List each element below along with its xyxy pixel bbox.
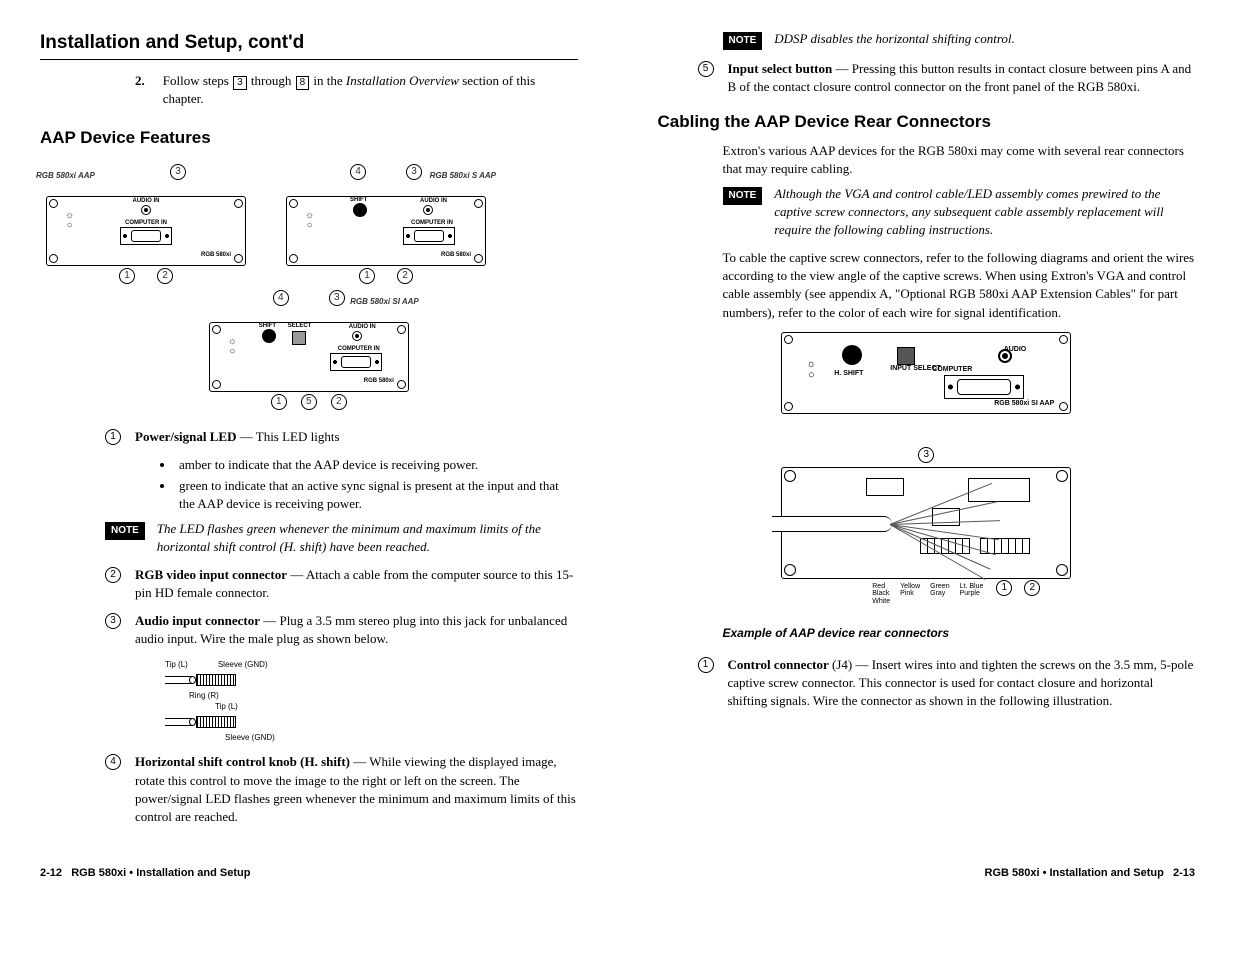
shift-knob-icon [842, 345, 862, 365]
step-text: Follow steps 3 through 8 in the Installa… [163, 72, 578, 108]
vga-port-icon [330, 353, 382, 371]
feature-number: 4 [105, 754, 121, 770]
cabling-para: To cable the captive screw connectors, r… [723, 249, 1196, 322]
audio-plug-diagram: Tip (L)Sleeve (GND) Ring (R) Tip (L) Sle… [165, 659, 578, 744]
rear-back-view: 1 2 Red Black White Yellow Pink Green Gr… [781, 467, 1071, 579]
callout-3: 3 [918, 447, 934, 463]
vga-port-icon [944, 375, 1024, 399]
led-icon: ☼○ [65, 211, 74, 231]
note-badge: NOTE [105, 522, 145, 540]
audio-jack-icon [352, 331, 362, 341]
plug-body-icon [196, 716, 236, 728]
feature-number: 3 [105, 613, 121, 629]
feature-title: Input select button [728, 61, 833, 76]
callout-1: 1 [996, 580, 1012, 596]
callout-3: 3 [170, 164, 186, 180]
device-label: RGB 580xi SI AAP [350, 296, 419, 307]
cable-bundle-icon [772, 516, 892, 532]
connector-block-icon [968, 478, 1030, 502]
step-2: 2. Follow steps 3 through 8 in the Insta… [135, 72, 578, 108]
boxed-step-3: 3 [233, 76, 247, 90]
callout-3: 3 [406, 164, 422, 180]
note-text: DDSP disables the horizontal shifting co… [774, 30, 1195, 48]
feature-number: 1 [105, 429, 121, 445]
rear-connector-diagram: ☼○ H. SHIFT INPUT SELECT AUDIO COMPUTER … [781, 332, 1071, 579]
feature-number: 1 [698, 657, 714, 673]
aap-device-diagrams: RGB 580xi AAP 3 ☼○ AUDIO IN COMPUTER IN … [40, 158, 578, 416]
feature-1: 1 Power/signal LED — This LED lights [105, 428, 578, 446]
callout-3: 3 [329, 290, 345, 306]
feature-1-bullets: amber to indicate that the AAP device is… [175, 456, 578, 514]
callout-1: 1 [359, 268, 375, 284]
callout-1: 1 [271, 394, 287, 410]
feature-title: RGB video input connector [135, 567, 287, 582]
callout-5: 5 [301, 394, 317, 410]
feature-title: Audio input connector [135, 613, 260, 628]
audio-jack-icon [141, 205, 151, 215]
select-button-icon [897, 347, 915, 365]
note-text: Although the VGA and control cable/LED a… [774, 185, 1195, 240]
device-aap: RGB 580xi AAP 3 ☼○ AUDIO IN COMPUTER IN … [46, 164, 246, 284]
page-num-left: 2-12 [40, 867, 62, 879]
select-button-icon [292, 331, 306, 345]
footer-title: RGB 580xi • Installation and Setup [71, 867, 250, 879]
bullet-item: amber to indicate that the AAP device is… [175, 456, 578, 474]
page-title: Installation and Setup, cont'd [40, 30, 578, 60]
led-icon: ☼○ [806, 359, 816, 381]
note-text: The LED flashes green whenever the minim… [157, 520, 578, 556]
page-footer: 2-12 RGB 580xi • Installation and Setup … [40, 866, 1195, 881]
fanout-wires-icon [890, 524, 1010, 574]
feature-title: Horizontal shift control knob (H. shift) [135, 754, 350, 769]
footer-title: RGB 580xi • Installation and Setup [985, 867, 1164, 879]
device-label: RGB 580xi AAP [36, 170, 95, 181]
page-num-right: 2-13 [1173, 867, 1195, 879]
plug-body-icon [196, 674, 236, 686]
led-icon: ☼○ [305, 211, 314, 231]
note-cabling: NOTE Although the VGA and control cable/… [723, 185, 1196, 240]
shift-knob-icon [262, 329, 276, 343]
note-badge: NOTE [723, 32, 763, 50]
plug-tip-icon [165, 676, 192, 684]
note-badge: NOTE [723, 187, 763, 205]
features-heading: AAP Device Features [40, 126, 578, 150]
wire-color-labels: Red Black White Yellow Pink Green Gray L… [872, 583, 983, 606]
note-led: NOTE The LED flashes green whenever the … [105, 520, 578, 556]
note-ddsp: NOTE DDSP disables the horizontal shifti… [723, 30, 1196, 50]
feature-number: 5 [698, 61, 714, 77]
device-si-aap: RGB 580xi SI AAP 4 3 ☼○ SHIFT SELECT AUD… [209, 290, 409, 410]
device-label: RGB 580xi S AAP [430, 170, 496, 181]
step-number: 2. [135, 72, 145, 90]
callout-4: 4 [350, 164, 366, 180]
callout-2: 2 [331, 394, 347, 410]
cabling-intro: Extron's various AAP devices for the RGB… [723, 142, 1196, 178]
feature-2: 2 RGB video input connector — Attach a c… [105, 566, 578, 602]
feature-title: Control connector [728, 657, 829, 672]
callout-1: 1 [119, 268, 135, 284]
shift-knob-icon [353, 203, 367, 217]
callout-2: 2 [157, 268, 173, 284]
audio-jack-icon [423, 205, 433, 215]
rear-front-view: ☼○ H. SHIFT INPUT SELECT AUDIO COMPUTER … [781, 332, 1071, 414]
vga-port-icon [120, 227, 172, 245]
plug-tip-icon [165, 718, 192, 726]
feature-number: 2 [105, 567, 121, 583]
callout-2: 2 [1024, 580, 1040, 596]
cabling-heading: Cabling the AAP Device Rear Connectors [658, 110, 1196, 134]
callout-2: 2 [397, 268, 413, 284]
bullet-item: green to indicate that an active sync si… [175, 477, 578, 513]
device-s-aap: RGB 580xi S AAP 4 3 ☼○ SHIFT AUDIO IN CO… [286, 164, 486, 284]
rear-feature-1: 1 Control connector (J4) — Insert wires … [698, 656, 1196, 711]
feature-5: 5 Input select button — Pressing this bu… [698, 60, 1196, 96]
example-caption: Example of AAP device rear connectors [723, 625, 1196, 642]
feature-4: 4 Horizontal shift control knob (H. shif… [105, 753, 578, 826]
callout-4: 4 [273, 290, 289, 306]
boxed-step-8: 8 [296, 76, 310, 90]
led-icon: ☼○ [228, 337, 237, 357]
vga-port-icon [403, 227, 455, 245]
feature-title: Power/signal LED [135, 429, 236, 444]
connector-block-icon [866, 478, 904, 496]
feature-3: 3 Audio input connector — Plug a 3.5 mm … [105, 612, 578, 648]
